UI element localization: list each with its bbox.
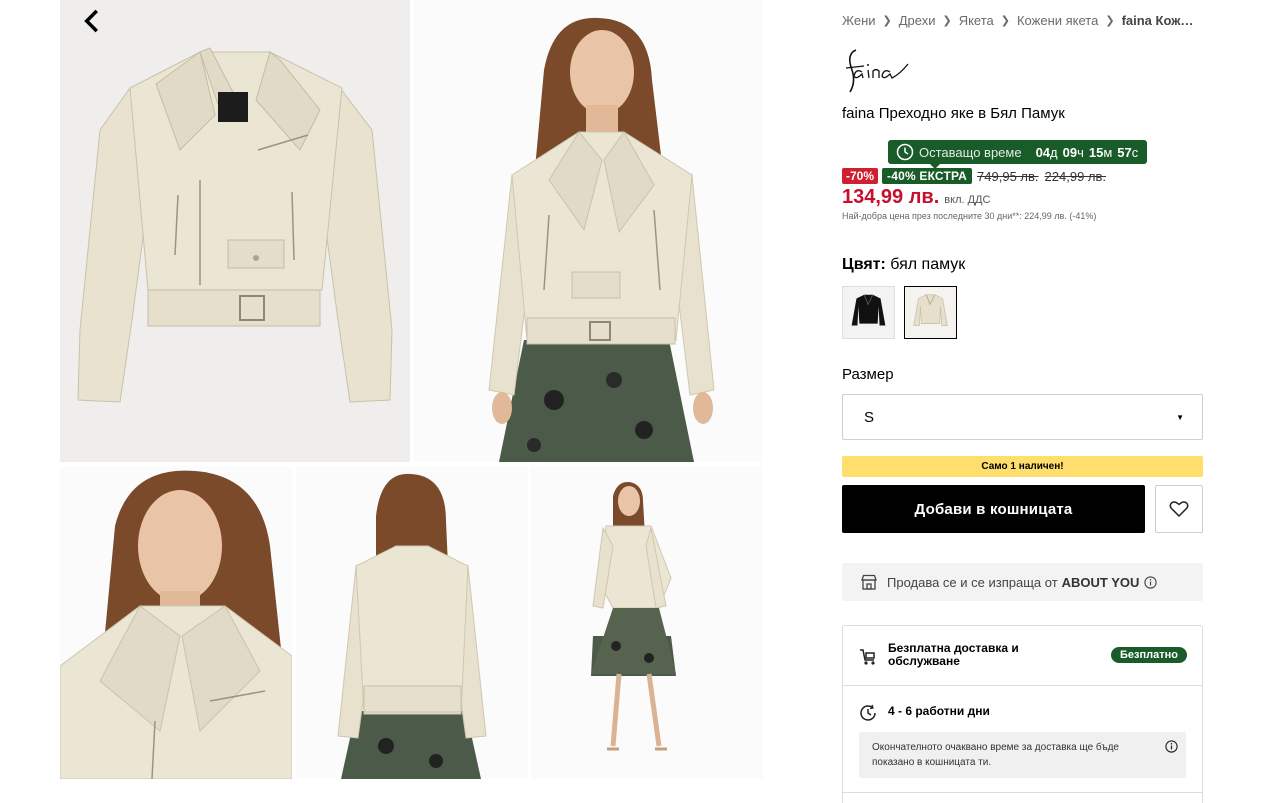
product-gallery [60,0,763,779]
delivery-note: Окончателното очаквано време за доставка… [859,732,1186,778]
delivery-note-text: Окончателното очаквано време за доставка… [872,742,1119,768]
discount-row: -70% -40% ЕКСТРА 749,95 лв. 224,99 лв. [842,168,1106,184]
gallery-image-model-front[interactable] [414,0,763,462]
color-label: Цвят: бял памук [842,256,965,274]
best-price-note: Най-добра цена през последните 30 дни**:… [842,211,1097,221]
size-select[interactable]: S ▼ [842,394,1203,440]
gallery-image-flatlay[interactable] [60,0,410,462]
seller-info: Продава се и се изпраща от ABOUT YOU [842,563,1203,601]
breadcrumb-link[interactable]: Жени [842,13,876,28]
brand-logo[interactable] [842,44,914,96]
countdown-days: 04 [1035,144,1051,160]
breadcrumb-link[interactable]: Кожени якета [1017,13,1098,28]
model-front-illustration [488,17,715,462]
divider [843,792,1202,793]
countdown-days-unit: д [1050,144,1058,160]
info-icon[interactable] [1165,740,1178,753]
jacket-flatlay-illustration [77,47,393,403]
current-price-row: 134,99 лв. вкл. ДДС [842,186,990,209]
seller-prefix: Продава се и се изпраща от [887,574,1058,590]
color-label-text: Цвят: [842,256,886,273]
product-title: faina Преходно яке в Бял Памук [842,105,1065,122]
breadcrumb-current[interactable]: faina Кож… [1122,13,1194,28]
cream-jacket-thumbnail [913,294,948,326]
breadcrumb: Жени ❯ Дрехи ❯ Якета ❯ Кожени якета ❯ fa… [842,13,1203,28]
gallery-image-back[interactable] [296,466,528,779]
heart-icon [1169,501,1189,518]
chevron-right-icon: ❯ [1000,15,1010,27]
back-arrow-icon[interactable] [78,8,104,34]
original-price: 749,95 лв. [977,168,1039,184]
chevron-right-icon: ❯ [882,15,892,27]
discount-badge: -70% [842,168,879,184]
delivery-days: 4 - 6 работни дни [888,704,990,718]
wishlist-button[interactable] [1155,485,1203,533]
faina-logo-icon [845,49,909,93]
chevron-right-icon: ❯ [1105,15,1115,27]
chevron-right-icon: ❯ [942,15,952,27]
previous-price: 224,99 лв. [1044,168,1107,184]
free-badge: Безплатно [1111,647,1187,663]
size-selected-value: S [864,408,875,426]
stock-notice: Само 1 наличен! [842,456,1203,477]
countdown-seconds-unit: с [1131,144,1139,160]
size-label: Размер [842,366,894,383]
countdown-timer: Оставащо време 04 д 09 ч 15 м 57 с [888,140,1148,164]
countdown-hours-unit: ч [1077,144,1084,160]
model-back-illustration [337,473,487,779]
countdown-seconds: 57 [1117,144,1132,160]
black-jacket-thumbnail [851,294,886,326]
free-delivery-title: Безплатна доставка и обслужване [888,641,1019,668]
model-full-body-illustration [591,481,676,751]
add-to-cart-button[interactable]: Добави в кошницата [842,485,1145,533]
delivery-clock-icon [860,704,876,721]
breadcrumb-link[interactable]: Дрехи [899,13,936,28]
info-icon[interactable] [1144,575,1158,589]
countdown-minutes-unit: м [1103,144,1113,160]
seller-name: ABOUT YOU [1061,574,1140,590]
countdown-label: Оставащо време [919,144,1022,160]
model-closeup-illustration [60,470,292,779]
shop-icon [861,574,877,590]
extra-discount-badge: -40% ЕКСТРА [882,168,973,184]
caret-down-icon: ▼ [1176,412,1184,422]
cart-delivery-icon [860,649,875,665]
countdown-hours: 09 [1062,144,1078,160]
vat-note: вкл. ДДС [944,194,991,206]
delivery-box: Безплатна доставка и обслужване Безплатн… [842,625,1203,803]
gallery-image-full-body[interactable] [531,466,763,779]
color-value: бял памук [890,256,966,273]
clock-icon [896,143,914,161]
color-swatch-black[interactable] [842,286,895,339]
countdown-minutes: 15 [1088,144,1104,160]
current-price: 134,99 лв. [842,186,940,208]
breadcrumb-link[interactable]: Якета [959,13,994,28]
color-swatch-cream[interactable] [904,286,957,339]
free-delivery-row: Безплатна доставка и обслужване Безплатн… [843,626,1202,686]
gallery-image-closeup[interactable] [60,466,292,779]
